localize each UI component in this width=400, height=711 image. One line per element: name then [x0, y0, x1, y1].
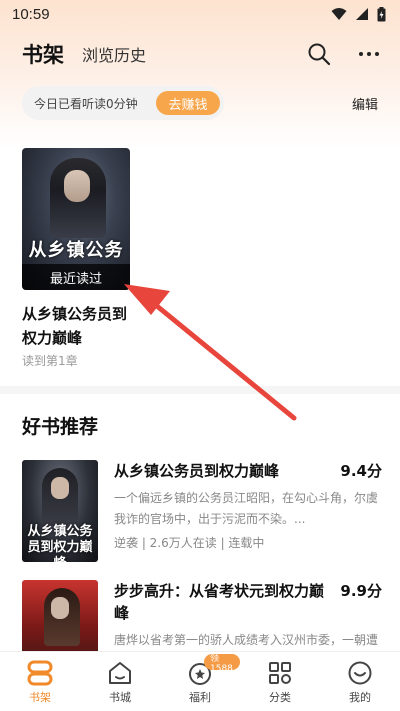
nav-item-bookstore[interactable]: 书城 [80, 652, 160, 711]
reading-time-text: 今日已看听读0分钟 [34, 96, 138, 111]
cover-face [51, 477, 69, 499]
tab-browse-history[interactable]: 浏览历史 [82, 42, 146, 66]
cover-face [64, 170, 90, 202]
nav-label: 书架 [29, 690, 51, 704]
search-button[interactable] [306, 41, 332, 67]
header-actions [306, 41, 382, 67]
recommend-section-title: 好书推荐 [22, 416, 99, 438]
home-icon [106, 659, 134, 687]
nav-label: 书城 [109, 690, 131, 704]
bookshelf-icon [26, 659, 54, 687]
section-divider [0, 386, 400, 394]
signal-icon [356, 8, 368, 20]
status-bar: 10:59 [0, 0, 400, 28]
status-time: 10:59 [12, 5, 50, 23]
nav-item-welfare[interactable]: 领1588 福利 [160, 652, 240, 711]
cover-face [51, 597, 69, 619]
recommend-cover: 从乡镇公务员到权力巅峰 [22, 460, 98, 562]
more-button[interactable] [356, 41, 382, 67]
nav-label: 分类 [269, 690, 291, 704]
nav-item-mine[interactable]: 我的 [320, 652, 400, 711]
wifi-icon [331, 8, 347, 20]
shelf-book-progress: 读到第1章 [22, 354, 78, 368]
earn-money-button[interactable]: 去赚钱 [156, 91, 220, 115]
status-icons [331, 6, 386, 22]
nav-item-bookshelf[interactable]: 书架 [0, 652, 80, 711]
recommend-score: 9.9分 [340, 582, 382, 600]
tab-bookshelf[interactable]: 书架 [22, 39, 64, 69]
recommend-desc: 一个偏远乡镇的公务员江昭阳，在勾心斗角，尔虞我诈的官场中，出于污泥而不染。... [114, 491, 379, 526]
cover-title: 从乡镇公务 [28, 240, 124, 261]
nav-item-category[interactable]: 分类 [240, 652, 320, 711]
recommend-cover-title: 从乡镇公务员到权力巅峰 [27, 524, 93, 562]
grid-icon [266, 659, 294, 687]
recommend-name: 步步高升：从省考状元到权力巅峰 [114, 582, 325, 622]
edit-button[interactable]: 编辑 [352, 94, 378, 113]
reading-time-bar: 今日已看听读0分钟 去赚钱 [22, 86, 224, 120]
search-icon [308, 43, 331, 66]
bottom-navigation: 书架 书城 领1588 福利 分类 我的 [0, 651, 400, 711]
welfare-badge: 领1588 [204, 654, 240, 674]
recently-read-badge: 最近读过 [22, 264, 130, 290]
smile-icon [346, 659, 374, 687]
recommend-meta: 逆袭 | 2.6万人在读 | 连载中 [114, 536, 265, 550]
nav-label: 我的 [349, 690, 371, 704]
nav-label: 福利 [189, 690, 211, 704]
recommend-item[interactable]: 从乡镇公务员到权力巅峰 从乡镇公务员到权力巅峰 9.4分 一个偏远乡镇的公务员江… [22, 460, 382, 570]
battery-icon [377, 6, 386, 21]
top-header: 书架 浏览历史 [0, 36, 400, 72]
recommend-name: 从乡镇公务员到权力巅峰 [114, 462, 280, 480]
recommend-score: 9.4分 [340, 462, 382, 480]
shelf-book-title[interactable]: 从乡镇公务员到权力巅峰 [22, 302, 132, 350]
more-icon [359, 52, 379, 56]
shelf-book-cover[interactable]: 从乡镇公务 最近读过 [22, 148, 130, 290]
